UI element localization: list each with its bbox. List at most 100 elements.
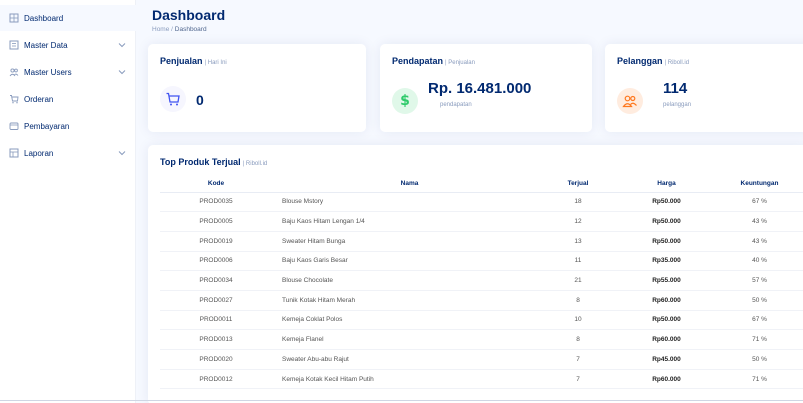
- sidebar: Dashboard Master Data Master Users Order…: [0, 0, 136, 403]
- sidebar-item-label: Dashboard: [24, 13, 64, 23]
- cell-harga: Rp60.000: [619, 329, 714, 350]
- breadcrumb-home[interactable]: Home: [152, 26, 169, 33]
- cell-nama: Baju Kaos Garis Besar: [272, 251, 537, 272]
- cell-terjual: 21: [537, 270, 619, 291]
- table-header-row: Kode Nama Terjual Harga Keuntungan: [160, 175, 803, 193]
- cell-kode: PROD0005: [160, 211, 272, 232]
- cell-harga: Rp60.000: [619, 290, 714, 311]
- cell-terjual: 8: [537, 329, 619, 350]
- table-row[interactable]: PROD0035 Blouse Mstory 18 Rp50.000 67 %: [160, 192, 803, 213]
- cell-kode: PROD0006: [160, 251, 272, 272]
- cell-keuntungan: 43 %: [714, 231, 803, 252]
- column-header-terjual[interactable]: Terjual: [537, 175, 619, 193]
- cell-terjual: 18: [537, 192, 619, 213]
- pelanggan-value: 114: [663, 80, 688, 97]
- chevron-down-icon: [118, 41, 126, 49]
- card-title-text: Penjualan: [160, 56, 203, 66]
- column-header-keuntungan[interactable]: Keuntungan: [714, 175, 803, 193]
- cell-nama: Baju Kaos Hitam Lengan 1/4: [272, 211, 537, 232]
- column-header-kode[interactable]: Kode: [160, 175, 272, 193]
- breadcrumb-current: Dashboard: [174, 26, 207, 33]
- cell-harga: Rp50.000: [619, 211, 714, 232]
- table-row[interactable]: PROD0034 Blouse Chocolate 21 Rp55.000 57 %: [160, 270, 803, 291]
- pelanggan-card: Pelanggan | Riboll.id 114 pelanggan: [605, 44, 803, 132]
- cell-nama: Kemeja Coklat Polos: [272, 310, 537, 331]
- cell-nama: Blouse Chocolate: [272, 270, 537, 291]
- page-title: Dashboard: [152, 7, 226, 23]
- cell-terjual: 7: [537, 369, 619, 390]
- people-icon: [617, 88, 643, 114]
- table-row[interactable]: PROD0013 Kemeja Flanel 8 Rp60.000 71 %: [160, 329, 803, 350]
- cell-harga: Rp50.000: [619, 231, 714, 252]
- sidebar-item-master-users[interactable]: Master Users: [0, 59, 136, 85]
- cell-kode: PROD0035: [160, 192, 272, 213]
- sidebar-item-laporan[interactable]: Laporan: [0, 140, 136, 166]
- cell-terjual: 7: [537, 349, 619, 370]
- table-row[interactable]: PROD0020 Sweater Abu-abu Rajut 7 Rp45.000 50…: [160, 349, 803, 370]
- cell-keuntungan: 40 %: [714, 251, 803, 272]
- cell-terjual: 11: [537, 251, 619, 272]
- cell-terjual: 13: [537, 231, 619, 252]
- sidebar-item-label: Orderan: [24, 94, 54, 104]
- cell-keuntungan: 71 %: [714, 369, 803, 390]
- card-icon: [8, 121, 19, 132]
- sidebar-item-orderan[interactable]: Orderan: [0, 86, 136, 112]
- pendapatan-card: Pendapatan | Penjualan $ Rp. 16.481.000 p…: [380, 44, 592, 132]
- cell-keuntungan: 67 %: [714, 192, 803, 213]
- sidebar-item-label: Master Data: [24, 40, 68, 50]
- pelanggan-caption: pelanggan: [663, 102, 692, 108]
- cell-harga: Rp35.000: [619, 251, 714, 272]
- sidebar-item-master-data[interactable]: Master Data: [0, 32, 136, 58]
- card-title-text: Pelanggan: [617, 56, 663, 66]
- cell-kode: PROD0011: [160, 310, 272, 331]
- top-products-table: Kode Nama Terjual Harga Keuntungan PROD0…: [160, 175, 803, 390]
- card-title-text: Pendapatan: [392, 56, 444, 66]
- cell-harga: Rp55.000: [619, 270, 714, 291]
- card-title-text: Top Produk Terjual: [160, 157, 241, 167]
- cell-nama: Kemeja Kotak Kecil Hitam Putih: [272, 369, 537, 390]
- cell-kode: PROD0020: [160, 349, 272, 370]
- main-content: Dashboard Home / Dashboard Penjualan | Ha…: [136, 0, 803, 403]
- cell-harga: Rp60.000: [619, 369, 714, 390]
- breadcrumb: Home / Dashboard: [152, 26, 207, 33]
- sidebar-item-label: Pembayaran: [24, 121, 70, 131]
- cell-harga: Rp45.000: [619, 349, 714, 370]
- people-icon: [8, 67, 19, 78]
- bottom-divider: [0, 400, 803, 401]
- cell-kode: PROD0012: [160, 369, 272, 390]
- card-title-sub: | Penjualan: [445, 60, 475, 66]
- top-products-card: Top Produk Terjual | Riboll.id Kode Nama …: [148, 145, 803, 403]
- cell-nama: Tunik Kotak Hitam Merah: [272, 290, 537, 311]
- cell-keuntungan: 50 %: [714, 349, 803, 370]
- pendapatan-value: Rp. 16.481.000: [428, 80, 532, 97]
- table-row[interactable]: PROD0019 Sweater Hitam Bunga 13 Rp50.000 43 …: [160, 231, 803, 252]
- cell-keuntungan: 67 %: [714, 310, 803, 331]
- cell-terjual: 10: [537, 310, 619, 331]
- report-icon: [8, 148, 19, 159]
- column-header-nama[interactable]: Nama: [272, 175, 537, 193]
- table-row[interactable]: PROD0005 Baju Kaos Hitam Lengan 1/4 12 Rp50…: [160, 211, 803, 232]
- cell-keuntungan: 71 %: [714, 329, 803, 350]
- menu-icon: [8, 40, 19, 51]
- cell-harga: Rp50.000: [619, 310, 714, 331]
- grid-icon: [8, 13, 19, 24]
- card-title: Pelanggan | Riboll.id: [617, 56, 689, 66]
- card-title-sub: | Riboll.id: [242, 161, 268, 167]
- sidebar-item-pembayaran[interactable]: Pembayaran: [0, 113, 136, 139]
- cell-terjual: 8: [537, 290, 619, 311]
- penjualan-value: 0: [196, 92, 204, 108]
- table-row[interactable]: PROD0027 Tunik Kotak Hitam Merah 8 Rp60.000…: [160, 290, 803, 311]
- penjualan-card: Penjualan | Hari Ini 0: [148, 44, 366, 132]
- table-row[interactable]: PROD0012 Kemeja Kotak Kecil Hitam Putih 7 R…: [160, 369, 803, 390]
- sidebar-item-dashboard[interactable]: Dashboard: [0, 5, 136, 31]
- cell-nama: Sweater Abu-abu Rajut: [272, 349, 537, 370]
- table-row[interactable]: PROD0011 Kemeja Coklat Polos 10 Rp50.000 67 …: [160, 310, 803, 331]
- card-title: Penjualan | Hari Ini: [160, 56, 227, 66]
- column-header-harga[interactable]: Harga: [619, 175, 714, 193]
- card-title-sub: | Riboll.id: [664, 60, 690, 66]
- cell-nama: Blouse Mstory: [272, 192, 537, 213]
- card-title-sub: | Hari Ini: [204, 60, 227, 66]
- table-row[interactable]: PROD0006 Baju Kaos Garis Besar 11 Rp35.000 4…: [160, 251, 803, 272]
- card-title: Top Produk Terjual | Riboll.id: [160, 157, 267, 167]
- cell-kode: PROD0027: [160, 290, 272, 311]
